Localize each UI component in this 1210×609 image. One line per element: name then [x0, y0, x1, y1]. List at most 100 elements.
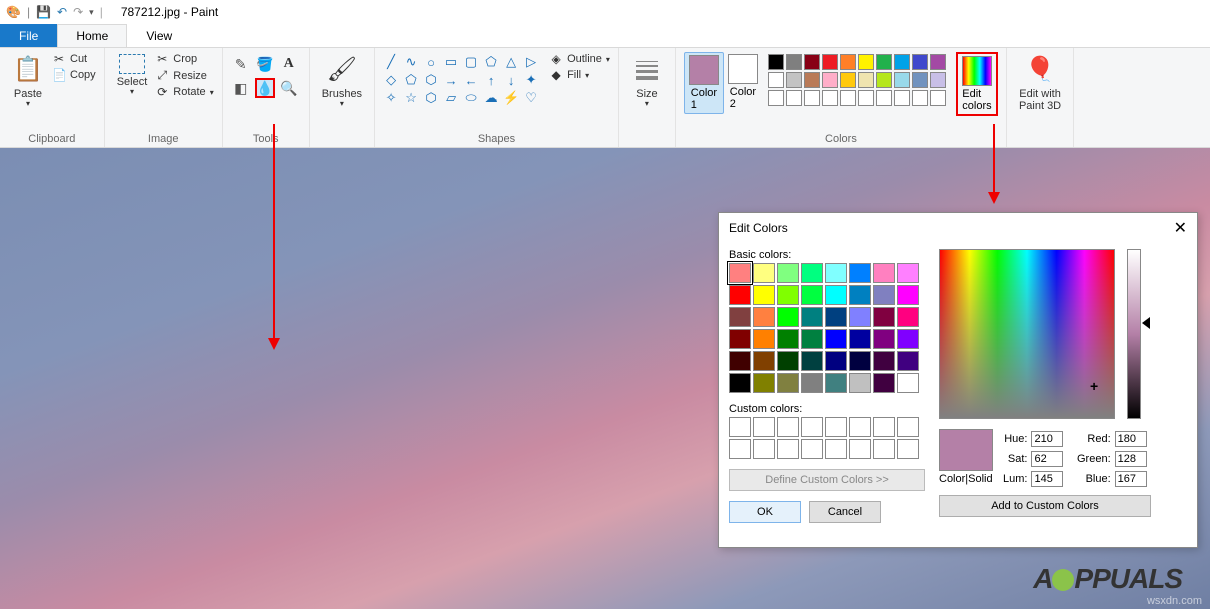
- luminance-slider[interactable]: [1127, 249, 1141, 419]
- basic-color[interactable]: [825, 285, 847, 305]
- rotate-button[interactable]: ⟳Rotate ▾: [155, 85, 213, 99]
- basic-color[interactable]: [849, 329, 871, 349]
- palette-color[interactable]: [768, 90, 784, 106]
- basic-color[interactable]: [825, 329, 847, 349]
- add-to-custom-button[interactable]: Add to Custom Colors: [939, 495, 1151, 517]
- lum-input[interactable]: [1031, 471, 1063, 487]
- basic-color[interactable]: [897, 373, 919, 393]
- hue-input[interactable]: [1031, 431, 1063, 447]
- basic-color[interactable]: [849, 263, 871, 283]
- palette-color[interactable]: [912, 54, 928, 70]
- basic-color[interactable]: [801, 373, 823, 393]
- palette-color[interactable]: [930, 90, 946, 106]
- basic-color[interactable]: [873, 307, 895, 327]
- palette-color[interactable]: [840, 72, 856, 88]
- basic-color[interactable]: [753, 307, 775, 327]
- undo-icon[interactable]: ↶: [57, 5, 67, 19]
- basic-color[interactable]: [729, 285, 751, 305]
- palette-color[interactable]: [822, 54, 838, 70]
- qat-dropdown-icon[interactable]: ▾: [89, 7, 94, 18]
- cut-button[interactable]: ✂Cut: [52, 52, 96, 66]
- basic-color[interactable]: [729, 329, 751, 349]
- basic-color[interactable]: [777, 351, 799, 371]
- palette-color[interactable]: [894, 72, 910, 88]
- save-icon[interactable]: 💾: [36, 5, 51, 19]
- palette-color[interactable]: [912, 72, 928, 88]
- palette-color[interactable]: [786, 72, 802, 88]
- home-tab[interactable]: Home: [57, 24, 127, 47]
- green-input[interactable]: [1115, 451, 1147, 467]
- basic-color[interactable]: [801, 351, 823, 371]
- basic-color[interactable]: [849, 285, 871, 305]
- basic-color[interactable]: [753, 351, 775, 371]
- palette-color[interactable]: [786, 90, 802, 106]
- size-button[interactable]: Size▾: [627, 52, 667, 111]
- basic-color[interactable]: [801, 285, 823, 305]
- brushes-button[interactable]: 🖌 Brushes▾: [318, 52, 366, 111]
- basic-color[interactable]: [849, 307, 871, 327]
- palette-color[interactable]: [876, 72, 892, 88]
- basic-color[interactable]: [825, 351, 847, 371]
- edit-colors-button[interactable]: Edit colors: [956, 52, 998, 116]
- basic-color[interactable]: [777, 307, 799, 327]
- basic-color[interactable]: [777, 373, 799, 393]
- blue-input[interactable]: [1115, 471, 1147, 487]
- basic-color[interactable]: [849, 351, 871, 371]
- basic-color[interactable]: [873, 285, 895, 305]
- basic-color[interactable]: [897, 351, 919, 371]
- palette-color[interactable]: [768, 54, 784, 70]
- basic-color[interactable]: [777, 285, 799, 305]
- outline-button[interactable]: ◈Outline ▾: [549, 52, 610, 66]
- color-2-button[interactable]: Color 2: [724, 52, 762, 112]
- text-tool[interactable]: A: [279, 54, 299, 74]
- basic-color[interactable]: [753, 329, 775, 349]
- basic-color[interactable]: [801, 263, 823, 283]
- basic-color[interactable]: [873, 329, 895, 349]
- basic-color[interactable]: [825, 263, 847, 283]
- palette-color[interactable]: [786, 54, 802, 70]
- custom-colors-grid[interactable]: [729, 417, 939, 459]
- palette-color[interactable]: [912, 90, 928, 106]
- basic-color[interactable]: [753, 373, 775, 393]
- palette-color[interactable]: [840, 54, 856, 70]
- palette-color[interactable]: [822, 90, 838, 106]
- palette-color[interactable]: [894, 90, 910, 106]
- palette-color[interactable]: [840, 90, 856, 106]
- basic-colors-grid[interactable]: [729, 263, 939, 393]
- basic-color[interactable]: [729, 351, 751, 371]
- copy-button[interactable]: 📄Copy: [52, 68, 96, 82]
- basic-color[interactable]: [825, 373, 847, 393]
- ok-button[interactable]: OK: [729, 501, 801, 523]
- view-tab[interactable]: View: [127, 24, 191, 47]
- paint3d-button[interactable]: 🎈 Edit with Paint 3D: [1015, 52, 1065, 114]
- palette-color[interactable]: [858, 90, 874, 106]
- palette-color[interactable]: [876, 54, 892, 70]
- eraser-tool[interactable]: ◧: [231, 78, 251, 98]
- basic-color[interactable]: [729, 263, 751, 283]
- color-1-button[interactable]: Color 1: [684, 52, 724, 114]
- redo-icon[interactable]: ↷: [73, 5, 83, 19]
- color-picker-tool[interactable]: 💧: [255, 78, 275, 98]
- basic-color[interactable]: [777, 329, 799, 349]
- basic-color[interactable]: [753, 285, 775, 305]
- palette-color[interactable]: [804, 72, 820, 88]
- crop-button[interactable]: ✂Crop: [155, 52, 213, 66]
- paste-button[interactable]: 📋 Paste▾: [8, 52, 48, 111]
- palette-color[interactable]: [804, 90, 820, 106]
- cancel-button[interactable]: Cancel: [809, 501, 881, 523]
- basic-color[interactable]: [873, 263, 895, 283]
- palette-color[interactable]: [858, 54, 874, 70]
- basic-color[interactable]: [897, 329, 919, 349]
- select-button[interactable]: Select▾: [113, 52, 152, 99]
- basic-color[interactable]: [801, 329, 823, 349]
- palette-color[interactable]: [930, 72, 946, 88]
- palette-color[interactable]: [858, 72, 874, 88]
- fill-button[interactable]: ◆Fill ▾: [549, 68, 610, 82]
- palette-color[interactable]: [804, 54, 820, 70]
- resize-button[interactable]: ⤢Resize: [155, 68, 213, 83]
- color-palette[interactable]: [768, 54, 946, 106]
- basic-color[interactable]: [897, 307, 919, 327]
- color-spectrum[interactable]: +: [939, 249, 1115, 419]
- file-tab[interactable]: File: [0, 24, 57, 47]
- palette-color[interactable]: [930, 54, 946, 70]
